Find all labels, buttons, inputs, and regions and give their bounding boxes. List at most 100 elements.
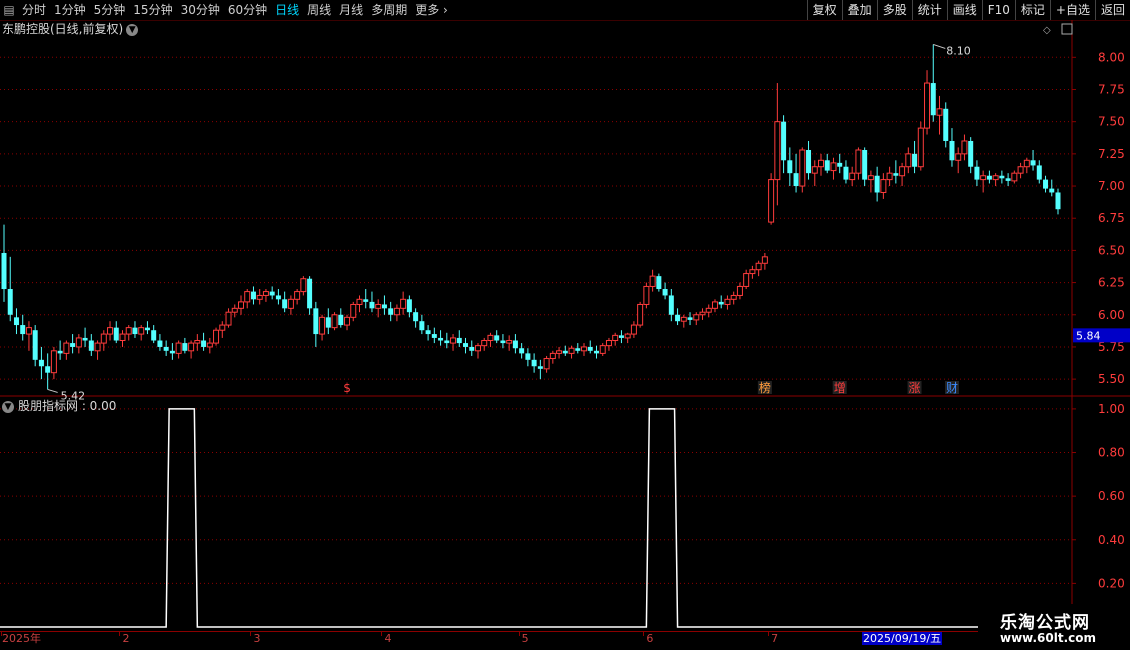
date-tick	[643, 632, 645, 636]
date-tick	[381, 632, 383, 636]
chevron-down-icon[interactable]: ▼	[2, 400, 14, 413]
candle-body	[144, 327, 150, 331]
candle-body	[419, 321, 425, 331]
candle-body	[568, 347, 575, 354]
date-axis: 2025年234567892025/09/19/五	[0, 631, 1046, 645]
candle-body	[519, 348, 525, 354]
candle-body	[1005, 178, 1011, 181]
watermark: 乐淘公式网 www.60lt.com	[980, 604, 1130, 650]
candle-body	[194, 340, 201, 344]
candle-body	[431, 334, 437, 338]
candle-body	[730, 294, 737, 300]
candle-body	[393, 307, 400, 316]
indicator-name-label: 股朋指标网 : 0.00	[18, 399, 117, 413]
candle-body	[949, 140, 955, 161]
candle-body	[125, 327, 132, 335]
candle-body	[450, 337, 457, 344]
candle-body	[562, 350, 568, 354]
date-tick-label: 2	[122, 632, 130, 645]
candle-body	[132, 327, 138, 335]
candle-body	[456, 337, 462, 344]
candle-body	[912, 153, 918, 167]
candle-body	[874, 175, 880, 193]
indicator-tick-label: 0.40	[1098, 533, 1125, 547]
candle-body	[1017, 166, 1024, 174]
candle-body	[107, 327, 114, 335]
candle-body	[1030, 160, 1036, 166]
event-marker: 涨	[909, 380, 921, 395]
candle-body	[917, 127, 924, 168]
candle-body	[787, 160, 793, 174]
candle-body	[319, 316, 326, 335]
candle-body	[867, 175, 874, 181]
candle-body	[630, 324, 637, 335]
candle-body	[38, 359, 44, 367]
candle-body	[237, 301, 244, 309]
candle-body	[231, 307, 238, 313]
candle-body	[556, 350, 563, 354]
candle-body	[1011, 172, 1018, 182]
price-tick-label: 7.25	[1098, 147, 1125, 161]
price-tick-label: 5.50	[1098, 372, 1125, 386]
candle-body	[818, 159, 825, 168]
candle-body	[256, 294, 263, 300]
candle-body	[438, 337, 444, 341]
kline-chart[interactable]: ◇8.007.757.507.257.006.756.506.256.005.7…	[0, 0, 1130, 650]
candle-body	[749, 269, 756, 275]
date-tick-label: 6	[646, 632, 654, 645]
candle-body	[1023, 159, 1030, 168]
candle-body	[612, 334, 619, 342]
candle-body	[992, 175, 999, 181]
event-marker: $	[343, 381, 351, 395]
candle-body	[649, 275, 656, 287]
candle-body	[375, 303, 382, 309]
candle-body	[307, 278, 313, 309]
candle-body	[1036, 165, 1042, 180]
candle-body	[487, 334, 494, 342]
candle-body	[637, 303, 644, 326]
candle-body	[325, 317, 331, 328]
candle-body	[843, 166, 849, 180]
candle-body	[300, 278, 307, 293]
candle-body	[793, 173, 799, 187]
candle-body	[930, 83, 936, 116]
candle-body	[63, 342, 70, 354]
indicator-tick-label: 0.80	[1098, 446, 1125, 460]
candle-body	[905, 153, 912, 168]
date-tick	[768, 632, 770, 636]
date-tick-label: 2025年	[2, 632, 41, 645]
candle-body	[262, 291, 269, 296]
candle-body	[618, 335, 624, 338]
candle-body	[837, 162, 843, 167]
candle-body	[219, 324, 226, 331]
low-marker-line	[47, 388, 58, 393]
candle-body	[75, 337, 82, 348]
candle-body	[400, 298, 407, 309]
candle-body	[531, 359, 537, 367]
candle-body	[525, 353, 531, 360]
candle-body	[512, 340, 518, 349]
candle-body	[100, 333, 107, 344]
candle-body	[581, 346, 588, 352]
candle-body	[275, 295, 281, 300]
candle-body	[849, 172, 856, 181]
date-tick-label: 5	[521, 632, 529, 645]
watermark-title: 乐淘公式网	[1000, 613, 1090, 633]
candle-body	[643, 285, 650, 305]
candle-body	[206, 342, 213, 348]
candle-body	[13, 317, 19, 326]
candle-body	[961, 140, 968, 155]
candle-body	[575, 348, 581, 351]
high-price-label: 8.10	[946, 44, 971, 57]
candle-body	[724, 298, 731, 305]
price-tick-label: 6.75	[1098, 211, 1125, 225]
watermark-url: www.60lt.com	[1000, 631, 1097, 645]
candle-body	[82, 337, 88, 341]
price-tick-label: 6.00	[1098, 308, 1125, 322]
candle-body	[163, 346, 169, 351]
candle-body	[182, 343, 188, 351]
candle-body	[313, 308, 319, 335]
candle-body	[986, 175, 992, 180]
price-tick-label: 7.00	[1098, 179, 1125, 193]
candle-body	[999, 175, 1005, 179]
